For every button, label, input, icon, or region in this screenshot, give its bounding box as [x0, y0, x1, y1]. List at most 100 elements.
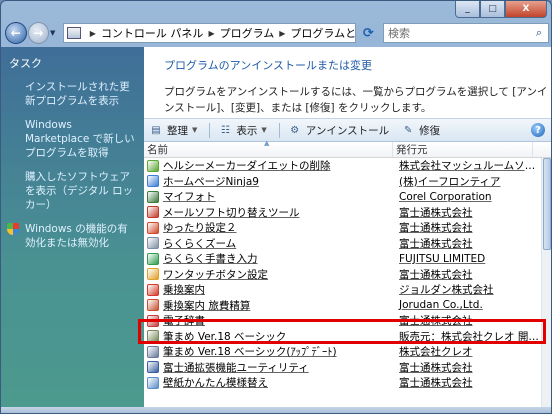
program-publisher[interactable]: 富士通株式会社 — [393, 205, 541, 220]
table-row[interactable]: らくらく手書き入力 FUJITSU LIMITED — [144, 251, 541, 267]
address-bar-row: ← → ▼ ▶ コントロール パネル ▶ プログラム ▶ プログラムと機能 ▼ … — [5, 19, 550, 47]
task-link-installed-updates[interactable]: インストールされた更新プログラムを表示 — [9, 80, 138, 108]
program-name-cell[interactable]: ワンタッチボタン設定 — [144, 267, 393, 282]
view-button[interactable]: ☷ 表示 ▼ — [218, 123, 267, 138]
program-icon — [147, 330, 159, 343]
program-publisher[interactable]: 富士通株式会社 — [393, 360, 541, 375]
program-name-cell[interactable]: らくらくズーム — [144, 236, 393, 251]
table-row[interactable]: ワンタッチボタン設定 富士通株式会社 — [144, 267, 541, 283]
organize-label: 整理 — [167, 124, 188, 137]
program-name: 壁紙かんたん模様替え — [163, 377, 268, 390]
view-label: 表示 — [236, 124, 258, 137]
list-header: 名前 ▲ 発行元 — [144, 139, 551, 158]
program-name-cell[interactable]: ヘルシーメーカーダイエットの削除 — [144, 158, 393, 173]
uninstall-button[interactable]: ⚙ アンインストール — [288, 123, 389, 138]
task-link-windows-features[interactable]: Windows の機能の有効化または無効化 — [7, 222, 138, 250]
caption-buttons: _ □ X — [455, 1, 547, 19]
task-pane: タスク インストールされた更新プログラムを表示 Windows Marketpl… — [1, 47, 144, 413]
scrollbar-thumb[interactable] — [543, 158, 551, 250]
content-area: タスク インストールされた更新プログラムを表示 Windows Marketpl… — [1, 47, 551, 413]
program-name-cell[interactable]: らくらく手書き入力 — [144, 251, 393, 266]
program-publisher[interactable]: 富士通株式会社 — [393, 220, 541, 235]
table-row[interactable]: ヘルシーメーカーダイエットの削除 株式会社マッシュルームソフト — [144, 158, 541, 174]
task-link-marketplace[interactable]: Windows Marketplace で新しいプログラムを取得 — [9, 118, 138, 160]
program-publisher[interactable]: 富士通株式会社 — [393, 375, 541, 390]
back-button[interactable]: ← — [5, 22, 27, 44]
column-name-label: 名前 — [147, 144, 168, 156]
table-row[interactable]: 筆まめ Ver.18 ベーシック(ｱｯﾌﾟﾃﾞｰﾄ) 株式会社クレオ — [144, 344, 541, 360]
chevron-down-icon: ▼ — [261, 126, 267, 134]
uninstall-label: アンインストール — [305, 124, 390, 137]
program-name-cell[interactable]: 乗換案内 旅費精算 — [144, 298, 393, 313]
breadcrumb-control-panel[interactable]: コントロール パネル — [101, 25, 204, 41]
organize-icon: ▤ — [151, 124, 161, 136]
repair-label: 修復 — [419, 124, 441, 137]
repair-button[interactable]: ✎ 修復 — [401, 123, 440, 138]
repair-icon: ✎ — [403, 124, 413, 136]
program-publisher[interactable]: Jorudan Co.,Ltd. — [393, 299, 541, 311]
control-panel-icon — [66, 27, 81, 39]
program-name-cell[interactable]: 乗換案内 — [144, 282, 393, 297]
program-publisher[interactable]: ジョルダン株式会社 — [393, 282, 541, 297]
refresh-button[interactable]: ⟳ — [358, 23, 379, 43]
table-row[interactable]: 富士通拡張機能ユーティリティ 富士通株式会社 — [144, 360, 541, 376]
program-name-cell[interactable]: 電子辞書 — [144, 313, 393, 328]
chevron-right-icon: ▶ — [89, 28, 96, 38]
organize-button[interactable]: ▤ 整理 ▼ — [149, 123, 197, 138]
program-name-cell[interactable]: マイフォト — [144, 189, 393, 204]
maximize-button[interactable]: □ — [480, 1, 505, 18]
breadcrumb-programs[interactable]: プログラム — [220, 25, 275, 41]
program-name-cell[interactable]: ホームページNinja9 — [144, 174, 393, 189]
table-row[interactable]: 乗換案内 旅費精算 Jorudan Co.,Ltd. — [144, 298, 541, 314]
search-placeholder: 検索 — [388, 27, 411, 40]
table-row[interactable]: ホームページNinja9 (株)イーフロンティア — [144, 174, 541, 190]
table-row[interactable]: ゆったり設定２ 富士通株式会社 — [144, 220, 541, 236]
breadcrumb-programs-features[interactable]: プログラムと機能 — [290, 25, 354, 41]
help-icon[interactable]: ? — [531, 123, 545, 137]
program-publisher[interactable]: 富士通株式会社 — [393, 313, 541, 328]
column-header-publisher[interactable]: 発行元 — [393, 142, 533, 157]
program-icon — [147, 361, 159, 374]
column-header-name[interactable]: 名前 ▲ — [144, 139, 393, 157]
program-name-cell[interactable]: ゆったり設定２ — [144, 220, 393, 235]
table-row[interactable]: らくらくズーム 富士通株式会社 — [144, 236, 541, 252]
vertical-scrollbar[interactable] — [541, 158, 551, 413]
table-row[interactable]: 乗換案内 ジョルダン株式会社 — [144, 282, 541, 298]
program-publisher[interactable]: 株式会社マッシュルームソフト — [393, 158, 541, 173]
program-publisher[interactable]: FUJITSU LIMITED — [393, 253, 541, 265]
program-name: メールソフト切り替えツール — [163, 206, 300, 219]
table-row[interactable]: メールソフト切り替えツール 富士通株式会社 — [144, 205, 541, 221]
maximize-icon: □ — [488, 4, 497, 14]
program-name-cell[interactable]: メールソフト切り替えツール — [144, 205, 393, 220]
program-name-cell[interactable]: 富士通拡張機能ユーティリティ — [144, 360, 393, 375]
search-input[interactable]: 検索 ⌕ — [383, 23, 550, 43]
program-publisher[interactable]: 販売元：株式会社クレオ 開発元：... — [393, 329, 541, 344]
program-publisher[interactable]: Corel Corporation — [393, 191, 541, 203]
program-publisher[interactable]: 株式会社クレオ — [393, 344, 541, 359]
chevron-right-icon: ▶ — [208, 28, 215, 38]
table-row[interactable]: 筆まめ Ver.18 ベーシック 販売元：株式会社クレオ 開発元：... — [144, 329, 541, 345]
search-icon[interactable]: ⌕ — [530, 26, 548, 40]
address-field[interactable]: ▶ コントロール パネル ▶ プログラム ▶ プログラムと機能 ▼ — [62, 23, 356, 43]
program-icon — [147, 345, 159, 358]
program-publisher[interactable]: 富士通株式会社 — [393, 267, 541, 282]
chevron-down-icon: ▼ — [192, 126, 198, 134]
toolbar-divider — [278, 122, 280, 138]
program-publisher[interactable]: (株)イーフロンティア — [393, 174, 541, 189]
task-link-digital-locker[interactable]: 購入したソフトウェアを表示（デジタル ロッカー） — [9, 170, 138, 212]
forward-button[interactable]: → — [27, 22, 50, 44]
table-row[interactable]: 電子辞書 富士通株式会社 — [144, 313, 541, 329]
minimize-button[interactable]: _ — [455, 1, 480, 18]
history-dropdown-icon[interactable]: ▼ — [50, 29, 60, 37]
program-publisher[interactable]: 富士通株式会社 — [393, 236, 541, 251]
program-name-cell[interactable]: 壁紙かんたん模様替え — [144, 375, 393, 390]
close-icon: X — [522, 4, 530, 14]
program-icon — [147, 314, 159, 327]
program-name-cell[interactable]: 筆まめ Ver.18 ベーシック — [144, 329, 393, 344]
table-row[interactable]: 壁紙かんたん模様替え 富士通株式会社 — [144, 375, 541, 391]
window-bottom-border — [1, 407, 551, 413]
table-row[interactable]: マイフォト Corel Corporation — [144, 189, 541, 205]
program-name-cell[interactable]: 筆まめ Ver.18 ベーシック(ｱｯﾌﾟﾃﾞｰﾄ) — [144, 344, 393, 359]
program-list: ヘルシーメーカーダイエットの削除 株式会社マッシュルームソフト ホームページNinj… — [144, 158, 541, 391]
close-button[interactable]: X — [505, 1, 547, 18]
